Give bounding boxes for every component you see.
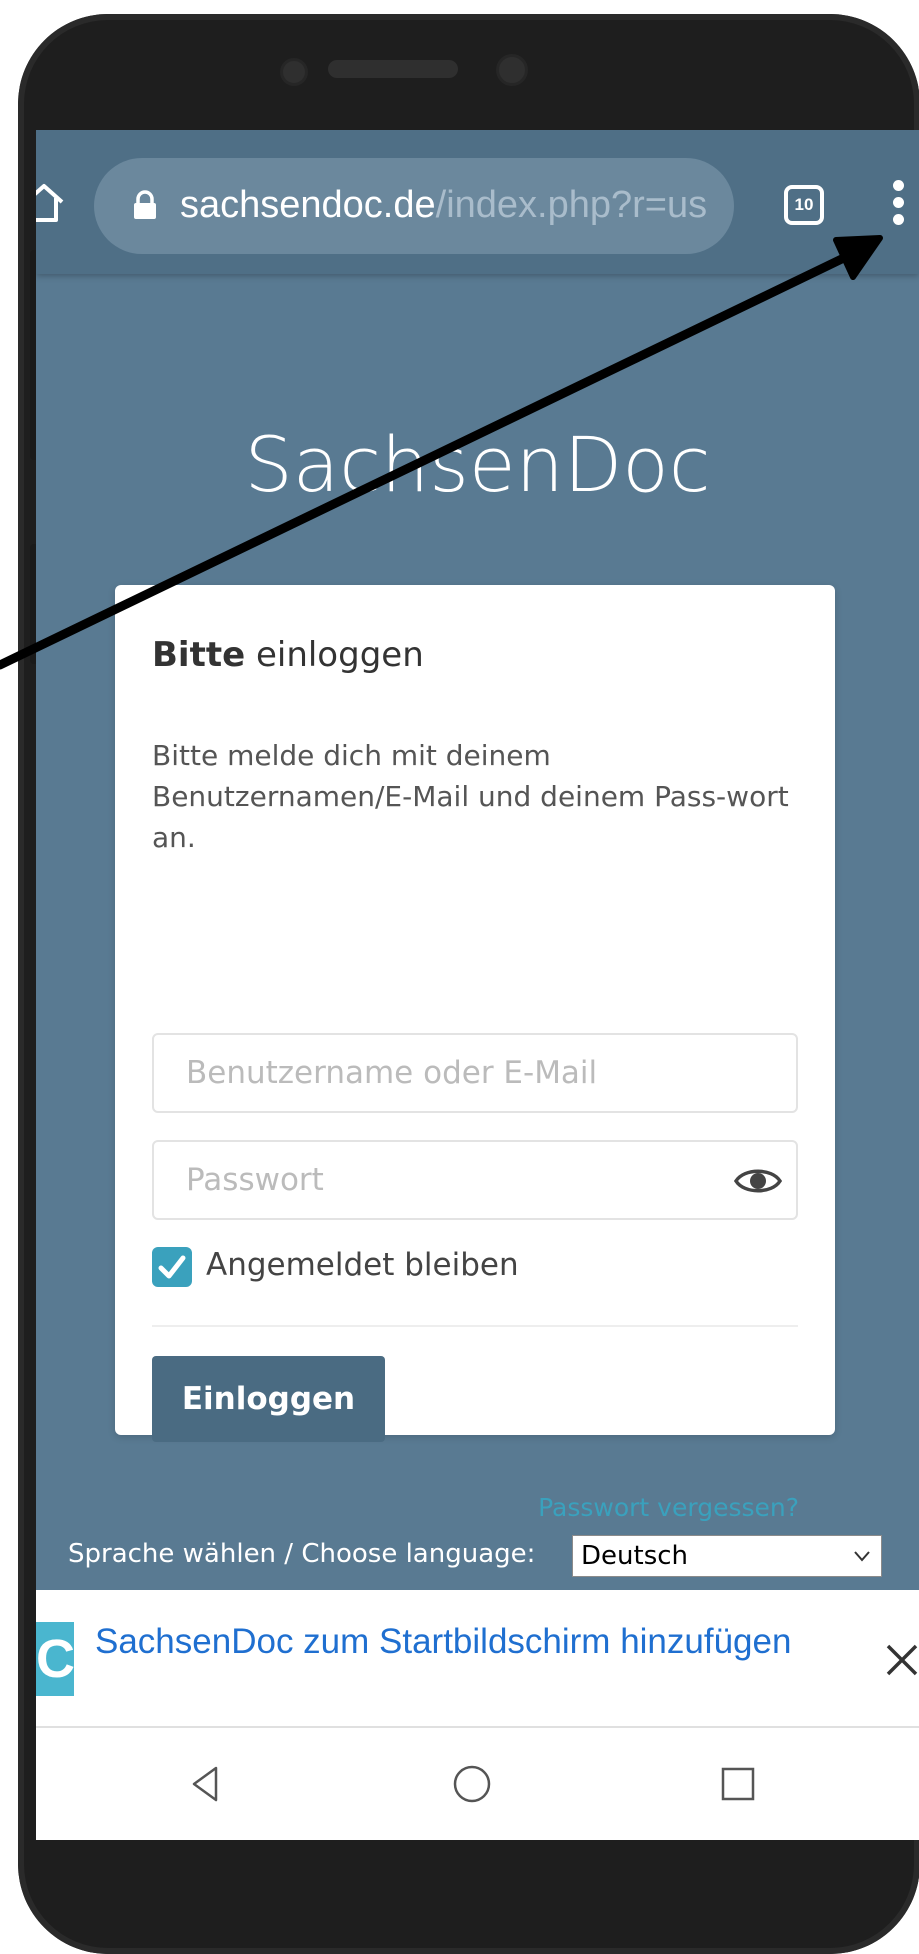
install-banner[interactable]: C SachsenDoc zum Startbildschirm hinzufü… xyxy=(36,1590,919,1728)
app-logo-letter: C xyxy=(36,1629,75,1689)
username-input[interactable] xyxy=(154,1035,796,1111)
chevron-down-icon xyxy=(854,1551,870,1562)
home-nav-icon[interactable] xyxy=(452,1764,492,1804)
eye-icon[interactable] xyxy=(734,1164,782,1198)
remember-label: Angemeldet bleiben xyxy=(206,1247,519,1283)
login-heading-rest: einloggen xyxy=(245,635,424,675)
back-icon[interactable] xyxy=(186,1764,226,1804)
login-intro-text: Bitte melde dich mit deinem Benutzername… xyxy=(152,739,789,854)
login-heading-bold: Bitte xyxy=(152,635,246,675)
username-field[interactable] xyxy=(152,1033,798,1113)
password-field[interactable] xyxy=(152,1140,798,1220)
phone-screen: sachsendoc.de/index.php?r=us 10 SachsenD… xyxy=(36,130,919,1840)
password-input[interactable] xyxy=(154,1142,796,1218)
url-domain: sachsendoc.de xyxy=(180,184,436,226)
install-banner-text[interactable]: SachsenDoc zum Startbildschirm hinzufüge… xyxy=(95,1620,795,1664)
language-label: Sprache wählen / Choose language: xyxy=(68,1539,536,1569)
tab-count: 10 xyxy=(794,195,814,214)
remember-checkbox[interactable] xyxy=(152,1247,192,1287)
forgot-password-link[interactable]: Passwort vergessen? xyxy=(538,1493,799,1522)
android-navigation-bar xyxy=(36,1728,919,1840)
home-icon[interactable] xyxy=(36,180,66,224)
menu-icon[interactable] xyxy=(888,180,908,232)
lock-icon xyxy=(134,190,156,219)
login-heading: Bitte einloggen xyxy=(152,635,424,675)
language-selected-value: Deutsch xyxy=(581,1541,689,1571)
proximity-sensor xyxy=(280,58,308,86)
url-path: /index.php?r=us xyxy=(435,184,708,226)
recents-icon[interactable] xyxy=(718,1764,758,1804)
login-card: Bitte einloggen Bitte melde dich mit dei… xyxy=(115,585,835,1522)
check-icon xyxy=(158,1255,186,1279)
login-button[interactable]: Einloggen xyxy=(152,1356,385,1442)
browser-toolbar: sachsendoc.de/index.php?r=us 10 xyxy=(36,130,919,274)
close-icon[interactable] xyxy=(882,1640,919,1680)
url-text: sachsendoc.de/index.php?r=us xyxy=(180,180,707,230)
site-title: SachsenDoc xyxy=(244,420,711,509)
address-bar[interactable]: sachsendoc.de/index.php?r=us xyxy=(94,158,734,254)
app-logo-icon: C xyxy=(36,1622,75,1696)
earpiece-speaker xyxy=(328,60,458,78)
tabs-button[interactable]: 10 xyxy=(784,185,824,225)
language-select[interactable]: Deutsch xyxy=(572,1535,882,1577)
card-divider xyxy=(152,1325,798,1327)
front-camera xyxy=(496,54,528,86)
